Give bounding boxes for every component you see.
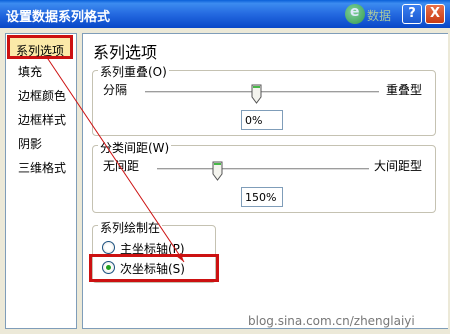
footer-watermark: blog.sina.com.cn/zhenglaiyi (248, 314, 415, 328)
annotation-arrow-icon (45, 55, 185, 263)
